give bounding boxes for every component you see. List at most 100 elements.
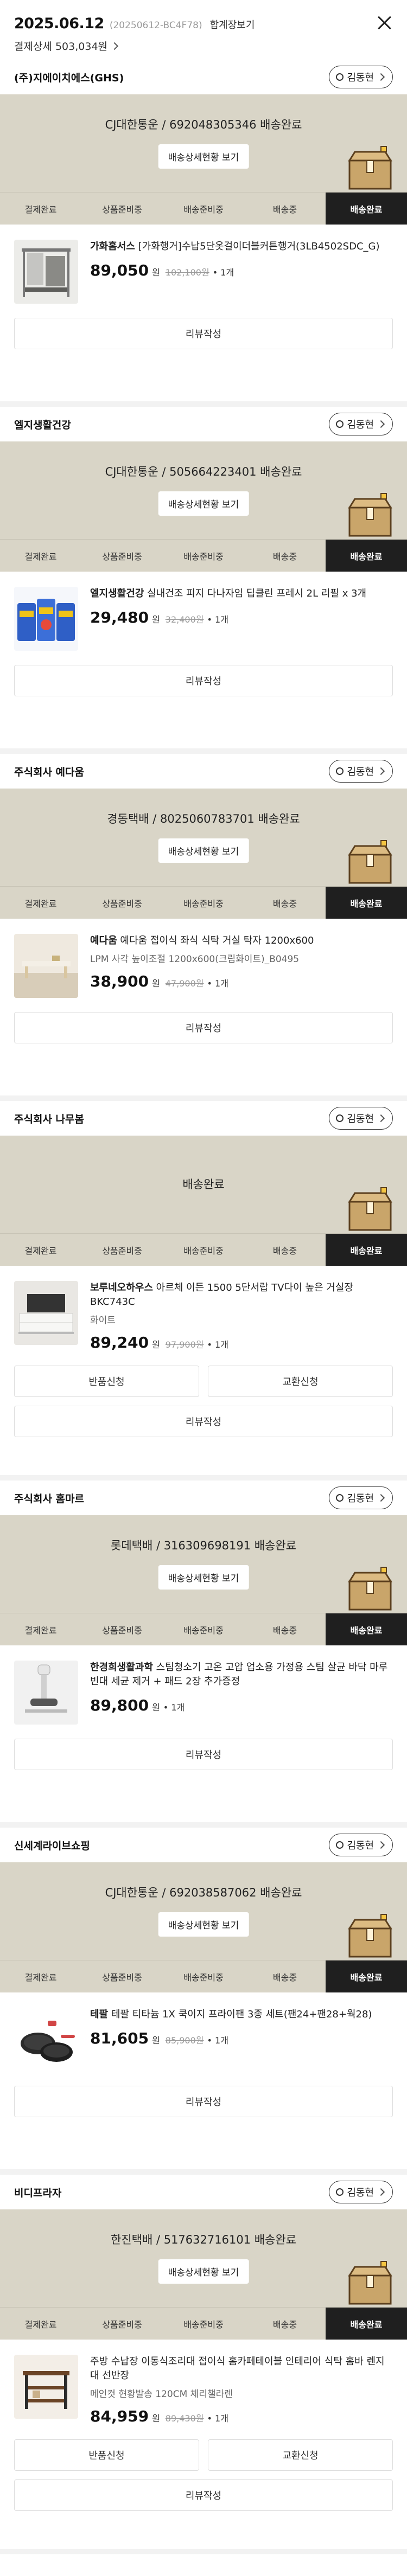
delivery-step: 결제완료	[0, 2307, 81, 2340]
product-item[interactable]: 테팔 테팔 티타늄 1X 쿡이지 프라이팬 3종 세트(팬24+팬28+웍28)…	[0, 1992, 407, 2072]
delivery-status-banner: 배송완료 결제완료 상품준비중 배송준비중 배송중 배송완료	[0, 1136, 407, 1266]
close-icon[interactable]	[376, 14, 393, 31]
delivery-step: 배송완료	[326, 192, 407, 225]
seller-contact-button[interactable]: 김동현	[329, 1107, 393, 1130]
merged-view-link[interactable]: 합계장보기	[210, 17, 255, 31]
write-review-button[interactable]: 리뷰작성	[14, 665, 393, 696]
product-item[interactable]: 엘지생활건강 실내건조 피지 다나자임 딥클린 프레시 2L 리필 x 3개 2…	[0, 572, 407, 651]
exchange-request-button[interactable]: 교환신청	[208, 1366, 393, 1397]
product-name[interactable]: 한경희생활과학 스팀청소기 고온 고압 업소용 가정용 스팀 살균 바닥 마루 …	[90, 1661, 393, 1689]
seller-contact-button[interactable]: 김동현	[329, 413, 393, 435]
write-review-button[interactable]: 리뷰작성	[14, 2086, 393, 2117]
product-item[interactable]: 한경희생활과학 스팀청소기 고온 고압 업소용 가정용 스팀 살균 바닥 마루 …	[0, 1645, 407, 1725]
seller-contact-button[interactable]: 김동현	[329, 760, 393, 783]
delivery-steps: 결제완료 상품준비중 배송준비중 배송중 배송완료	[0, 539, 407, 572]
product-price: 81,605	[90, 2029, 149, 2047]
section-divider	[0, 401, 407, 407]
delivery-step: 배송준비중	[163, 2307, 244, 2340]
product-item[interactable]: 주방 수납장 이동식조리대 접이식 홈카페테이블 인테리어 식탁 홈바 렌지대 …	[0, 2340, 407, 2425]
delivery-box-icon	[348, 1914, 392, 1958]
payment-detail-label: 결제상세 503,034원	[14, 41, 108, 53]
product-title: 주방 수납장 이동식조리대 접이식 홈카페테이블 인테리어 식탁 홈바 렌지대 …	[90, 2356, 385, 2381]
seller-header: 신세계라이브쇼핑 김동현	[0, 1828, 407, 1862]
product-name[interactable]: 예다움 예다움 접이식 좌식 식탁 거실 탁자 1200x600	[90, 934, 393, 948]
seller-contact-button[interactable]: 김동현	[329, 1486, 393, 1509]
exchange-request-button[interactable]: 교환신청	[208, 2439, 393, 2471]
product-item[interactable]: 보루네오하우스 아르체 이든 1500 5단서랍 TV다이 높은 거실장 BKC…	[0, 1266, 407, 1351]
product-name[interactable]: 가화홈서스 [가화행거]수납5단옷걸이더블커튼행거(3LB4502SDC_G)	[90, 240, 393, 254]
seller-list: (주)지에이치에스(GHS) 김동현 CJ대한통운 / 692048305346…	[0, 60, 407, 2554]
delivery-step: 결제완료	[0, 886, 81, 919]
seller-contact-button[interactable]: 김동현	[329, 66, 393, 88]
location-pin-icon	[336, 767, 344, 775]
quantity: • 1개	[163, 1702, 185, 1713]
contact-name: 김동현	[347, 2187, 374, 2199]
location-pin-icon	[336, 420, 344, 428]
delivery-step: 배송준비중	[163, 1613, 244, 1645]
price-unit: 원	[152, 2413, 160, 2424]
delivery-detail-button[interactable]: 배송상세현황 보기	[158, 838, 249, 863]
product-thumbnail[interactable]	[14, 1281, 78, 1345]
delivery-detail-button[interactable]: 배송상세현황 보기	[158, 1912, 249, 1937]
action-buttons: 리뷰작성	[0, 2086, 407, 2117]
seller-section: 주식회사 나무봄 김동현 배송완료 결제완료 상품준비중 배송준비중 배송중 배송완료 …	[0, 1101, 407, 1481]
contact-name: 김동현	[347, 1840, 374, 1851]
delivery-step: 배송중	[244, 1613, 326, 1645]
delivery-step: 배송준비중	[163, 1233, 244, 1266]
product-name[interactable]: 주방 수납장 이동식조리대 접이식 홈카페테이블 인테리어 식탁 홈바 렌지대 …	[90, 2355, 393, 2383]
seller-header: 비디프라자 김동현	[0, 2175, 407, 2209]
delivery-status-banner: 경동택배 / 8025060783701 배송완료 배송상세현황 보기 결제완료…	[0, 789, 407, 919]
seller-contact-button[interactable]: 김동현	[329, 2181, 393, 2203]
seller-name: 비디프라자	[14, 2187, 62, 2199]
product-name[interactable]: 보루네오하우스 아르체 이든 1500 5단서랍 TV다이 높은 거실장 BKC…	[90, 1281, 393, 1309]
product-image	[14, 1281, 78, 1345]
price-unit: 원	[152, 2035, 160, 2046]
quantity: • 1개	[212, 267, 234, 278]
section-divider	[0, 1095, 407, 1101]
delivery-detail-button[interactable]: 배송상세현황 보기	[158, 2259, 249, 2284]
product-item[interactable]: 예다움 예다움 접이식 좌식 식탁 거실 탁자 1200x600 LPM 사각 …	[0, 919, 407, 998]
product-thumbnail[interactable]	[14, 240, 78, 304]
product-thumbnail[interactable]	[14, 934, 78, 998]
delivery-tracking-text: CJ대한통운 / 692048305346 배송완료	[105, 118, 302, 131]
product-info: 보루네오하우스 아르체 이든 1500 5단서랍 TV다이 높은 거실장 BKC…	[90, 1281, 393, 1351]
product-item[interactable]: 가화홈서스 [가화행거]수납5단옷걸이더블커튼행거(3LB4502SDC_G) …	[0, 225, 407, 304]
original-price: 85,900원	[165, 2035, 204, 2046]
delivery-step: 배송완료	[326, 1960, 407, 1992]
return-request-button[interactable]: 반품신청	[14, 2439, 199, 2471]
delivery-status-banner: 롯데택배 / 316309698191 배송완료 배송상세현황 보기 결제완료 상…	[0, 1515, 407, 1645]
payment-detail-link[interactable]: 결제상세 503,034원	[14, 39, 393, 53]
product-name[interactable]: 테팔 테팔 티타늄 1X 쿡이지 프라이팬 3종 세트(팬24+팬28+웍28)	[90, 2008, 393, 2022]
product-thumbnail[interactable]	[14, 2355, 78, 2419]
delivery-detail-button[interactable]: 배송상세현황 보기	[158, 144, 249, 169]
write-review-button[interactable]: 리뷰작성	[14, 318, 393, 349]
original-price: 89,430원	[165, 2413, 204, 2424]
write-review-button[interactable]: 리뷰작성	[14, 1739, 393, 1770]
chevron-right-icon	[377, 1841, 385, 1849]
product-thumbnail[interactable]	[14, 587, 78, 651]
delivery-step: 배송준비중	[163, 1960, 244, 1992]
product-thumbnail[interactable]	[14, 1661, 78, 1725]
seller-contact-button[interactable]: 김동현	[329, 1834, 393, 1856]
product-name[interactable]: 엘지생활건강 실내건조 피지 다나자임 딥클린 프레시 2L 리필 x 3개	[90, 587, 393, 601]
product-brand: 보루네오하우스	[90, 1282, 153, 1293]
action-buttons: 반품신청 교환신청리뷰작성	[0, 2439, 407, 2511]
delivery-step: 배송중	[244, 886, 326, 919]
product-thumbnail[interactable]	[14, 2008, 78, 2072]
seller-header: 주식회사 홈마르 김동현	[0, 1481, 407, 1515]
product-image	[14, 587, 78, 651]
contact-name: 김동현	[347, 766, 374, 778]
delivery-step: 배송준비중	[163, 539, 244, 572]
section-divider	[0, 1822, 407, 1828]
delivery-detail-button[interactable]: 배송상세현황 보기	[158, 491, 249, 516]
delivery-step: 배송중	[244, 1960, 326, 1992]
order-code: (20250612-BC4F78)	[109, 20, 202, 31]
return-request-button[interactable]: 반품신청	[14, 1366, 199, 1397]
write-review-button[interactable]: 리뷰작성	[14, 1406, 393, 1437]
action-buttons: 리뷰작성	[0, 1012, 407, 1043]
write-review-button[interactable]: 리뷰작성	[14, 2479, 393, 2511]
location-pin-icon	[336, 1114, 344, 1122]
write-review-button[interactable]: 리뷰작성	[14, 1012, 393, 1043]
quantity: • 1개	[207, 614, 228, 625]
delivery-detail-button[interactable]: 배송상세현황 보기	[158, 1565, 249, 1590]
